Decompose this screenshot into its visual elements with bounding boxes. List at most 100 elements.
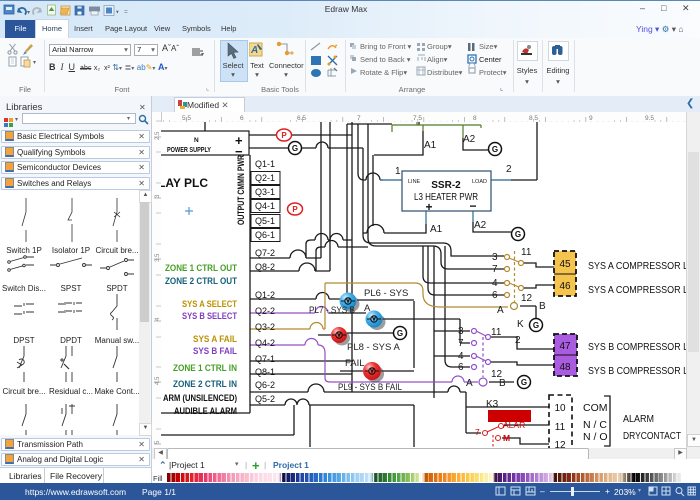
svg-text:7: 7 [357,115,361,122]
svg-text:7: 7 [492,264,498,275]
svg-text:Q5-1: Q5-1 [255,216,275,226]
svg-text:SSR-2: SSR-2 [431,180,461,191]
svg-text:Q4-2: Q4-2 [255,338,275,348]
svg-text:ZONE 1 CTRL OUT: ZONE 1 CTRL OUT [165,263,237,273]
svg-text:2: 2 [506,164,512,175]
svg-text:LOAD: LOAD [472,179,487,185]
svg-text:AUDIBLE ALARM: AUDIBLE ALARM [174,406,237,416]
svg-text:Q8-2: Q8-2 [255,262,275,272]
svg-text:SYS A SELECT: SYS A SELECT [182,299,237,309]
svg-text:Q4-1: Q4-1 [255,201,275,211]
svg-text:ZONE 2 CTRL IN: ZONE 2 CTRL IN [173,379,237,389]
svg-text:SYS B COMPRESSOR L: SYS B COMPRESSOR L [588,341,686,353]
svg-text:Q6-2: Q6-2 [255,380,275,390]
svg-text:ZONE 1 CTRL IN: ZONE 1 CTRL IN [173,363,237,373]
svg-text:11: 11 [491,327,502,338]
svg-text:POWER SUPPLY: POWER SUPPLY [167,147,211,154]
svg-text:Q2-1: Q2-1 [255,173,275,183]
svg-text:LAY PLC: LAY PLC [161,176,208,190]
svg-text:A1: A1 [430,224,443,235]
svg-text:8.5: 8.5 [529,115,538,122]
svg-text:LINE: LINE [408,179,421,185]
svg-text:DRYCONTACT: DRYCONTACT [623,430,681,442]
svg-text:G: G [521,378,527,387]
svg-text:7.5: 7.5 [413,115,422,122]
svg-text:5.5: 5.5 [182,115,191,122]
svg-text:Q8-1: Q8-1 [255,367,275,377]
svg-text:N: N [194,137,199,144]
svg-text:Q3-1: Q3-1 [255,187,275,197]
svg-text:ARM (UNSILENCED): ARM (UNSILENCED) [163,393,237,403]
svg-text:A: A [497,305,504,316]
svg-text:B: B [499,378,506,389]
svg-text:G: G [515,230,521,239]
svg-text:▾: ▾ [116,10,119,16]
svg-text:45: 45 [559,259,571,270]
svg-text:SYS B FAIL: SYS B FAIL [193,346,237,356]
svg-text:A: A [364,303,371,314]
svg-text:A2: A2 [463,134,476,145]
svg-text:P: P [281,131,287,140]
svg-text:A: A [250,45,258,56]
svg-text:4: 4 [458,351,464,362]
svg-text:K: K [517,319,524,330]
svg-text:K3: K3 [486,399,499,410]
svg-text:SYS A COMPRESSOR L: SYS A COMPRESSOR L [588,260,686,272]
svg-text:+: + [425,200,432,214]
svg-text:4: 4 [492,278,498,289]
svg-text:Q3-2: Q3-2 [255,322,275,332]
svg-text:▾: ▾ [27,10,30,16]
svg-text:2: 2 [515,335,521,346]
svg-text:10: 10 [554,403,566,414]
svg-text:M: M [503,433,510,443]
svg-text:6: 6 [458,362,464,373]
svg-text:SYS B COMPRESSOR L: SYS B COMPRESSOR L [588,365,686,377]
svg-text:Q1-1: Q1-1 [255,159,275,169]
svg-text:−: − [469,199,476,213]
svg-text:A: A [466,378,473,389]
svg-text:▾: ▾ [201,52,204,57]
svg-text:P: P [292,205,298,214]
svg-text:7: 7 [458,338,464,349]
svg-text:11: 11 [521,247,532,258]
svg-text:PL6 - SYS: PL6 - SYS [364,288,408,299]
svg-text:9: 9 [589,115,593,122]
svg-text:46: 46 [559,281,571,292]
svg-text:A1: A1 [424,140,437,151]
svg-text:G: G [533,321,539,330]
svg-text:12: 12 [521,293,533,304]
svg-text:ALARM: ALARM [623,413,654,425]
svg-text:6.5: 6.5 [297,115,306,122]
svg-text:9.5: 9.5 [645,115,654,122]
svg-text:G: G [292,144,298,153]
svg-text:Q2-2: Q2-2 [255,306,275,316]
svg-text:12: 12 [554,440,566,448]
svg-text:6: 6 [240,115,244,122]
svg-text:6: 6 [492,290,498,301]
svg-text:PL9 - SYS B FAIL: PL9 - SYS B FAIL [338,382,402,393]
svg-text:Q7-1: Q7-1 [255,354,275,364]
svg-text:SYS A COMPRESSOR L: SYS A COMPRESSOR L [588,284,686,296]
svg-text:FAIL: FAIL [345,358,365,369]
svg-text:N / C: N / C [583,419,607,431]
svg-text:SYS B SELECT: SYS B SELECT [182,311,237,321]
svg-text:Q1-2: Q1-2 [255,290,275,300]
svg-text:G: G [397,329,403,338]
svg-text:8: 8 [473,115,477,122]
svg-text:SYS A FAIL: SYS A FAIL [193,334,237,344]
svg-text:A2: A2 [474,220,487,231]
svg-text:OUTPUT CMMN PWR: OUTPUT CMMN PWR [236,155,246,225]
svg-text:47: 47 [559,341,571,352]
svg-text:3: 3 [492,252,498,263]
svg-text:G: G [492,145,498,154]
svg-text:48: 48 [559,362,571,373]
svg-text:11: 11 [555,422,566,433]
svg-text:N / O: N / O [583,431,608,443]
svg-text:Q7-2: Q7-2 [255,248,275,258]
svg-text:=: = [124,9,128,16]
svg-text:3: 3 [458,326,464,337]
svg-text:COM: COM [583,402,608,414]
svg-text:PL8 - SYS A: PL8 - SYS A [347,342,400,353]
svg-text:B: B [539,301,546,312]
svg-text:Q5-2: Q5-2 [255,394,275,404]
